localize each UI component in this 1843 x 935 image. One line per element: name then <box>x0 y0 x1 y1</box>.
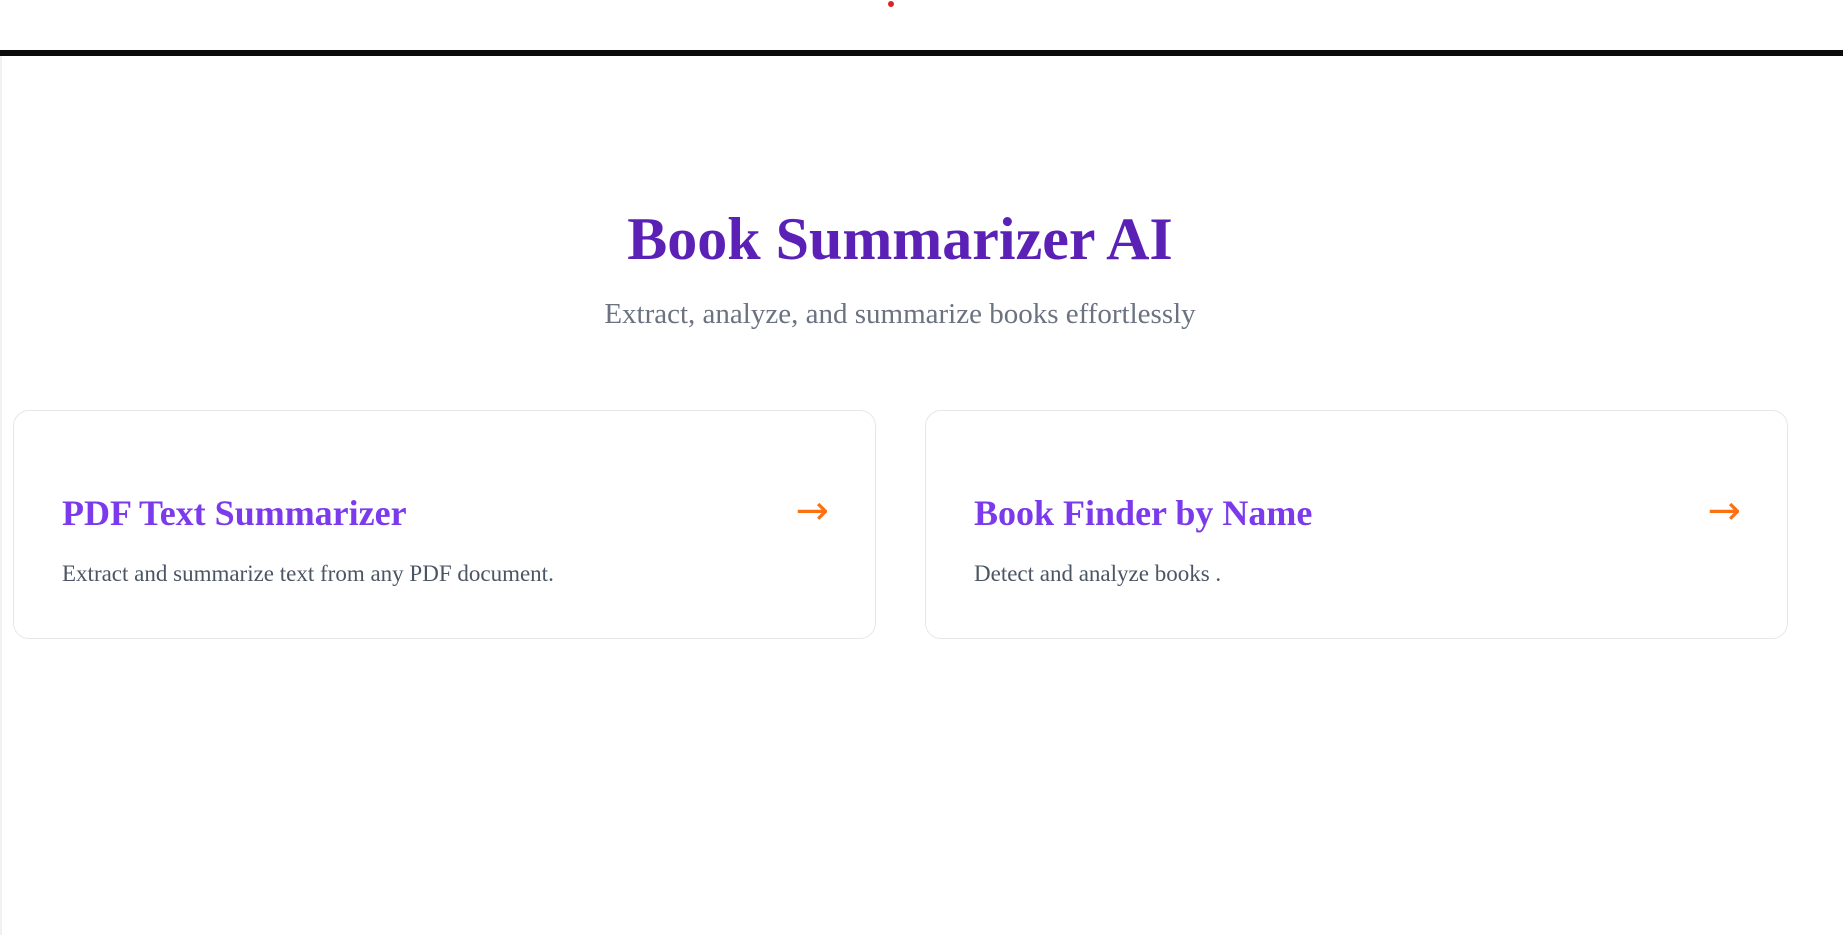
top-bar <box>0 0 1843 50</box>
hero-section: Book Summarizer AI Extract, analyze, and… <box>0 200 1800 332</box>
page-title: Book Summarizer AI <box>627 206 1173 272</box>
card-description: Detect and analyze books . <box>974 561 1222 586</box>
header-divider <box>0 50 1843 56</box>
card-pdf-text-summarizer[interactable]: PDF Text Summarizer → Extract and summar… <box>13 410 876 639</box>
card-title: Book Finder by Name <box>974 493 1313 533</box>
card-book-finder-by-name[interactable]: Book Finder by Name → Detect and analyze… <box>925 410 1788 639</box>
arrow-right-icon[interactable]: → <box>795 489 829 533</box>
card-description: Extract and summarize text from any PDF … <box>62 561 554 586</box>
arrow-right-icon[interactable]: → <box>1707 489 1741 533</box>
card-title: PDF Text Summarizer <box>62 493 407 533</box>
page-edge <box>0 56 2 935</box>
page-subtitle: Extract, analyze, and summarize books ef… <box>604 298 1196 330</box>
indicator-dot <box>888 1 894 7</box>
